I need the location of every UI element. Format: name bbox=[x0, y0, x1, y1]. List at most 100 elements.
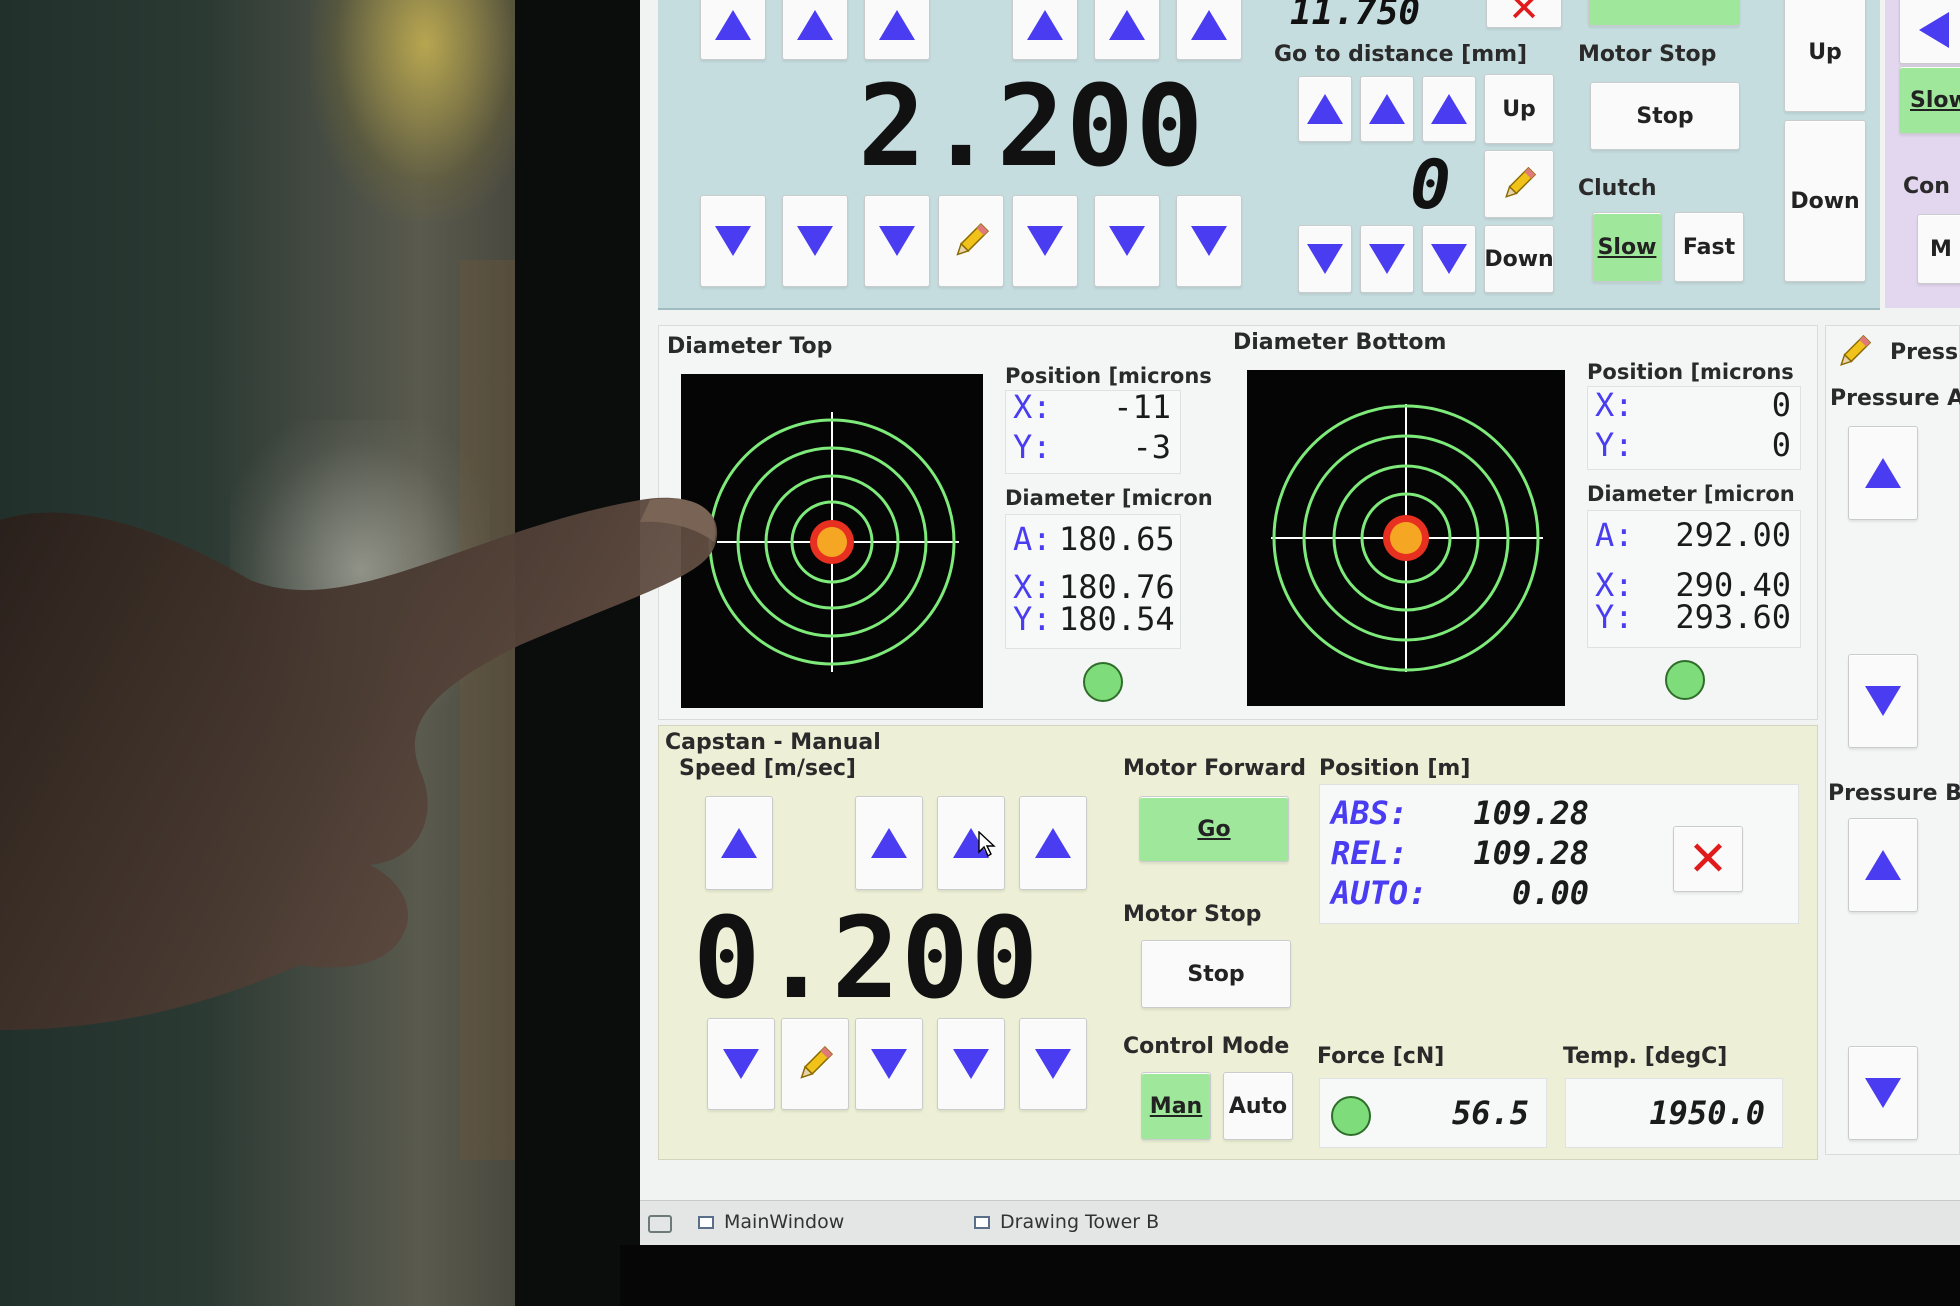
pressure-title: Press bbox=[1890, 340, 1959, 365]
diameter-bottom-target bbox=[1247, 370, 1565, 706]
decrement-button[interactable] bbox=[1176, 195, 1242, 287]
capstan-stop-button[interactable]: Stop bbox=[1141, 940, 1291, 1008]
distance-decrement-button[interactable] bbox=[1298, 225, 1352, 293]
side-slow-button[interactable]: Slow bbox=[1899, 66, 1960, 134]
speed-decrement-button[interactable] bbox=[937, 1018, 1005, 1110]
side-m-label: M bbox=[1930, 236, 1952, 262]
distance-increment-button[interactable] bbox=[1360, 76, 1414, 142]
abs-value: 109.28 bbox=[1473, 794, 1589, 832]
close-icon: ✕ bbox=[1687, 831, 1729, 887]
left-arrow-button[interactable] bbox=[1899, 0, 1960, 64]
down-button[interactable]: Down bbox=[1484, 225, 1554, 293]
force-status-indicator bbox=[1331, 1096, 1371, 1136]
decrement-button[interactable] bbox=[1012, 195, 1078, 287]
auto-button-label: Auto bbox=[1228, 1093, 1288, 1119]
distance-increment-button[interactable] bbox=[1298, 76, 1352, 142]
side-down-label: Down bbox=[1790, 188, 1860, 214]
decrement-button[interactable] bbox=[1094, 195, 1160, 287]
increment-button[interactable] bbox=[1094, 0, 1160, 60]
capstan-motor-stop-label: Motor Stop bbox=[1123, 902, 1262, 927]
speed-increment-button[interactable] bbox=[855, 796, 923, 890]
arrow-down-icon bbox=[871, 1049, 907, 1079]
clear-distance-button[interactable]: ✕ bbox=[1486, 0, 1562, 28]
taskbar-item-drawing-tower[interactable]: Drawing Tower B bbox=[974, 1211, 1159, 1233]
clutch-fast-button[interactable]: Fast bbox=[1674, 212, 1744, 282]
speed-increment-button[interactable] bbox=[1019, 796, 1087, 890]
motor-go-button[interactable] bbox=[1588, 0, 1740, 26]
edit-distance-button[interactable] bbox=[1484, 150, 1554, 218]
increment-button[interactable] bbox=[700, 0, 766, 60]
distance-increment-button[interactable] bbox=[1422, 76, 1476, 142]
pressure-a-increment-button[interactable] bbox=[1848, 426, 1918, 520]
increment-button[interactable] bbox=[782, 0, 848, 60]
pressure-b-increment-button[interactable] bbox=[1848, 818, 1918, 912]
down-button-label: Down bbox=[1484, 246, 1554, 272]
side-up-label: Up bbox=[1808, 39, 1842, 65]
window-icon bbox=[698, 1215, 714, 1229]
reset-position-button[interactable]: ✕ bbox=[1673, 826, 1743, 892]
up-button[interactable]: Up bbox=[1484, 74, 1554, 144]
pressure-a-decrement-button[interactable] bbox=[1848, 654, 1918, 748]
control-mode-auto-button[interactable]: Auto bbox=[1223, 1072, 1293, 1140]
edit-value-button[interactable] bbox=[938, 195, 1004, 287]
bottom-y-value: 0 bbox=[1771, 426, 1791, 464]
distance-decrement-button[interactable] bbox=[1422, 225, 1476, 293]
monitor-bezel-bottom bbox=[620, 1245, 1960, 1306]
distance-readout: 11.750 bbox=[1290, 0, 1421, 33]
decrement-button[interactable] bbox=[700, 195, 766, 287]
mouse-cursor-icon bbox=[978, 831, 996, 857]
control-mode-man-button[interactable]: Man bbox=[1141, 1072, 1211, 1140]
arrow-up-icon bbox=[715, 10, 751, 40]
bottom-dy-key: Y: bbox=[1595, 598, 1634, 636]
arrow-up-icon bbox=[879, 10, 915, 40]
rel-value: 109.28 bbox=[1473, 834, 1589, 872]
go-button-label: Go bbox=[1197, 816, 1231, 842]
arrow-up-icon bbox=[1109, 10, 1145, 40]
edit-speed-button[interactable] bbox=[781, 1018, 849, 1110]
arrow-down-icon bbox=[1307, 244, 1343, 274]
speed-increment-button[interactable] bbox=[937, 796, 1005, 890]
distance-decrement-button[interactable] bbox=[1360, 225, 1414, 293]
decrement-button[interactable] bbox=[864, 195, 930, 287]
increment-button[interactable] bbox=[1176, 0, 1242, 60]
show-desktop-icon[interactable] bbox=[648, 1215, 672, 1233]
arrow-down-icon bbox=[715, 226, 751, 256]
top-x-value: -11 bbox=[1113, 388, 1171, 426]
taskbar-item-mainwindow[interactable]: MainWindow bbox=[698, 1211, 844, 1233]
motor-forward-go-button[interactable]: Go bbox=[1139, 796, 1289, 862]
pencil-icon bbox=[1840, 334, 1872, 366]
go-to-distance-value: 0 bbox=[1410, 146, 1451, 225]
taskbar-item-label: Drawing Tower B bbox=[1000, 1211, 1160, 1233]
arrow-up-icon bbox=[1431, 94, 1467, 124]
control-label: Con bbox=[1903, 174, 1950, 199]
top-diameter-label: Diameter [micron bbox=[1005, 486, 1213, 510]
side-down-button[interactable]: Down bbox=[1784, 120, 1866, 282]
top-a-value: 180.65 bbox=[1059, 520, 1175, 558]
motor-stop-button[interactable]: Stop bbox=[1590, 82, 1740, 150]
arrow-down-icon bbox=[953, 1049, 989, 1079]
arrow-up-icon bbox=[1865, 458, 1901, 488]
increment-button[interactable] bbox=[1012, 0, 1078, 60]
stop-button-label: Stop bbox=[1636, 103, 1694, 129]
window-icon bbox=[974, 1215, 990, 1229]
pointing-hand bbox=[0, 497, 718, 1030]
side-up-button[interactable]: Up bbox=[1784, 0, 1866, 112]
bottom-y-key: Y: bbox=[1595, 426, 1634, 464]
pencil-icon bbox=[1505, 166, 1537, 198]
speed-decrement-button[interactable] bbox=[1019, 1018, 1087, 1110]
speed-decrement-button[interactable] bbox=[855, 1018, 923, 1110]
side-control-panel: Slow Con M bbox=[1885, 0, 1960, 308]
auto-value: 0.00 bbox=[1511, 874, 1589, 912]
decrement-button[interactable] bbox=[782, 195, 848, 287]
increment-button[interactable] bbox=[864, 0, 930, 60]
side-slow-label: Slow bbox=[1910, 87, 1960, 113]
arrow-down-icon bbox=[723, 1049, 759, 1079]
side-man-button[interactable]: M bbox=[1917, 214, 1960, 284]
diameter-panel: Diameter Top Position [microns X: -11 Y:… bbox=[658, 325, 1818, 720]
pressure-b-decrement-button[interactable] bbox=[1848, 1046, 1918, 1140]
bottom-dy-value: 293.60 bbox=[1675, 598, 1791, 636]
arrow-down-icon bbox=[1035, 1049, 1071, 1079]
fast-button-label: Fast bbox=[1682, 234, 1736, 260]
arrow-up-icon bbox=[797, 10, 833, 40]
clutch-slow-button[interactable]: Slow bbox=[1592, 212, 1662, 282]
